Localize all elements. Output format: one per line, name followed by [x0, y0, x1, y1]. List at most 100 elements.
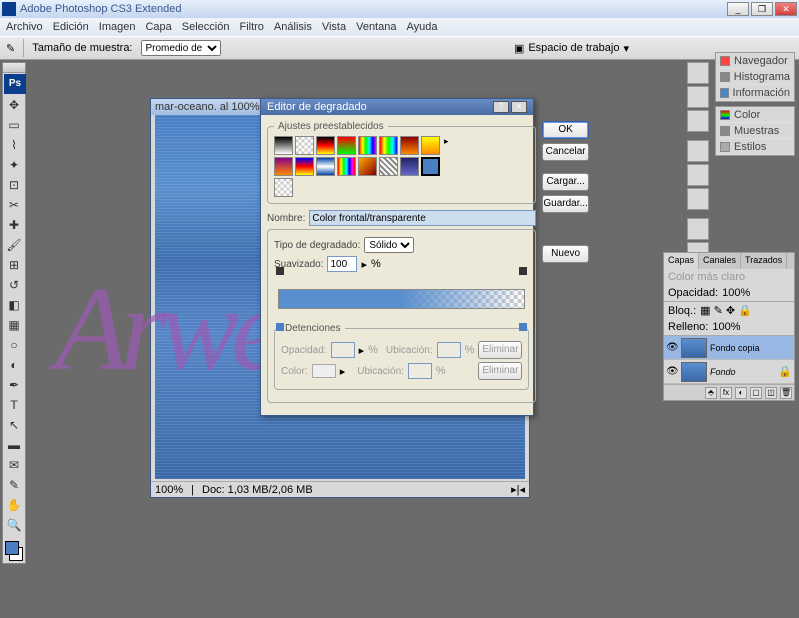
smoothness-menu-icon[interactable]: ▸	[361, 258, 367, 271]
folder-icon[interactable]: ▢	[750, 387, 762, 399]
dodge-tool[interactable]: ◐	[3, 355, 25, 375]
preset-item[interactable]	[274, 136, 293, 155]
move-tool[interactable]: ✥	[3, 95, 25, 115]
menu-seleccion[interactable]: Selección	[182, 21, 230, 33]
fx-icon[interactable]: fx	[720, 387, 732, 399]
opacity-stop[interactable]	[519, 267, 527, 275]
fill-value[interactable]: 100%	[712, 321, 740, 333]
styles-panel-item[interactable]: Estilos	[716, 139, 794, 155]
preset-item[interactable]	[295, 157, 314, 176]
menu-vista[interactable]: Vista	[322, 21, 346, 33]
new-button[interactable]: Nuevo	[542, 245, 588, 263]
shape-tool[interactable]: ▬	[3, 435, 25, 455]
cancel-button[interactable]: Cancelar	[542, 143, 588, 161]
panel-icon[interactable]	[687, 164, 709, 186]
preset-item[interactable]	[316, 157, 335, 176]
preset-item[interactable]	[337, 136, 356, 155]
swatches-panel-item[interactable]: Muestras	[716, 123, 794, 139]
type-tool[interactable]: T	[3, 395, 25, 415]
layer-thumbnail[interactable]	[681, 338, 707, 358]
layer-row[interactable]: 👁 Fondo copia	[664, 336, 794, 360]
preset-item[interactable]	[421, 157, 440, 176]
path-tool[interactable]: ↖	[3, 415, 25, 435]
preset-item[interactable]	[358, 157, 377, 176]
layer-thumbnail[interactable]	[681, 362, 707, 382]
preset-item[interactable]	[379, 157, 398, 176]
preset-item[interactable]	[295, 136, 314, 155]
gradient-type-select[interactable]: Sólido	[364, 237, 414, 253]
blend-mode-select[interactable]: Color más claro	[668, 271, 745, 283]
save-button[interactable]: Guardar...	[542, 195, 588, 213]
color-stop[interactable]	[276, 323, 284, 331]
panel-icon[interactable]	[687, 140, 709, 162]
workspace-switcher[interactable]: ▣ Espacio de trabajo ▾	[514, 36, 629, 60]
marquee-tool[interactable]: ▭	[3, 115, 25, 135]
crop-tool[interactable]: ⊡	[3, 175, 25, 195]
notes-tool[interactable]: ✉	[3, 455, 25, 475]
dialog-close-button[interactable]: ✕	[511, 101, 527, 113]
histogram-panel-item[interactable]: Histograma	[716, 69, 794, 85]
new-layer-icon[interactable]: ◫	[765, 387, 777, 399]
preset-item[interactable]	[337, 157, 356, 176]
zoom-tool[interactable]: 🔍	[3, 515, 25, 535]
visibility-icon[interactable]: 👁	[666, 366, 678, 377]
visibility-icon[interactable]: 👁	[666, 342, 678, 353]
eyedropper-tool[interactable]: ✎	[3, 475, 25, 495]
menu-capa[interactable]: Capa	[145, 21, 171, 33]
preset-item[interactable]	[400, 136, 419, 155]
preset-item[interactable]	[400, 157, 419, 176]
ok-button[interactable]: OK	[542, 121, 588, 139]
trash-icon[interactable]: 🗑	[780, 387, 792, 399]
stamp-tool[interactable]: ⊞	[3, 255, 25, 275]
menu-ayuda[interactable]: Ayuda	[406, 21, 437, 33]
slice-tool[interactable]: ✂	[3, 195, 25, 215]
minimize-button[interactable]: _	[727, 2, 749, 16]
color-stop[interactable]	[519, 323, 527, 331]
panel-icon[interactable]	[687, 86, 709, 108]
color-swatch[interactable]	[3, 539, 25, 563]
layer-row[interactable]: 👁 Fondo 🔒	[664, 360, 794, 384]
zoom-level[interactable]: 100%	[155, 484, 183, 496]
smoothness-input[interactable]	[327, 256, 357, 272]
menu-filtro[interactable]: Filtro	[239, 21, 263, 33]
dialog-help-button[interactable]: ?	[493, 101, 509, 113]
lock-icons[interactable]: ▦ ✎ ✥ 🔒	[700, 304, 752, 317]
color-panel-item[interactable]: Color	[716, 107, 794, 123]
menu-analisis[interactable]: Análisis	[274, 21, 312, 33]
presets-menu-icon[interactable]: ▸	[444, 136, 449, 197]
gradient-name-input[interactable]	[309, 210, 536, 226]
mask-icon[interactable]: ◐	[735, 387, 747, 399]
panel-icon[interactable]	[687, 110, 709, 132]
close-button[interactable]: ✕	[775, 2, 797, 16]
dialog-titlebar[interactable]: Editor de degradado ? ✕	[261, 99, 533, 115]
menu-edicion[interactable]: Edición	[53, 21, 89, 33]
heal-tool[interactable]: ✚	[3, 215, 25, 235]
maximize-button[interactable]: ❐	[751, 2, 773, 16]
blur-tool[interactable]: ○	[3, 335, 25, 355]
link-icon[interactable]: ⬘	[705, 387, 717, 399]
opacity-stop[interactable]	[276, 267, 284, 275]
menu-imagen[interactable]: Imagen	[99, 21, 136, 33]
menu-archivo[interactable]: Archivo	[6, 21, 43, 33]
preset-item[interactable]	[274, 178, 293, 197]
brush-tool[interactable]: 🖌	[3, 235, 25, 255]
history-brush-tool[interactable]: ↺	[3, 275, 25, 295]
preset-item[interactable]	[358, 136, 377, 155]
panel-icon[interactable]	[687, 188, 709, 210]
eraser-tool[interactable]: ◧	[3, 295, 25, 315]
navigator-panel-item[interactable]: Navegador	[716, 53, 794, 69]
panel-icon[interactable]	[687, 62, 709, 84]
preset-item[interactable]	[421, 136, 440, 155]
panel-icon[interactable]	[687, 218, 709, 240]
preset-item[interactable]	[316, 136, 335, 155]
opacity-value[interactable]: 100%	[722, 287, 750, 299]
lasso-tool[interactable]: ⌇	[3, 135, 25, 155]
load-button[interactable]: Cargar...	[542, 173, 588, 191]
info-panel-item[interactable]: Información	[716, 85, 794, 101]
tab-capas[interactable]: Capas	[664, 253, 699, 269]
hand-tool[interactable]: ✋	[3, 495, 25, 515]
menu-ventana[interactable]: Ventana	[356, 21, 396, 33]
tab-trazados[interactable]: Trazados	[741, 253, 787, 269]
preset-item[interactable]	[379, 136, 398, 155]
gradient-tool[interactable]: ▦	[3, 315, 25, 335]
